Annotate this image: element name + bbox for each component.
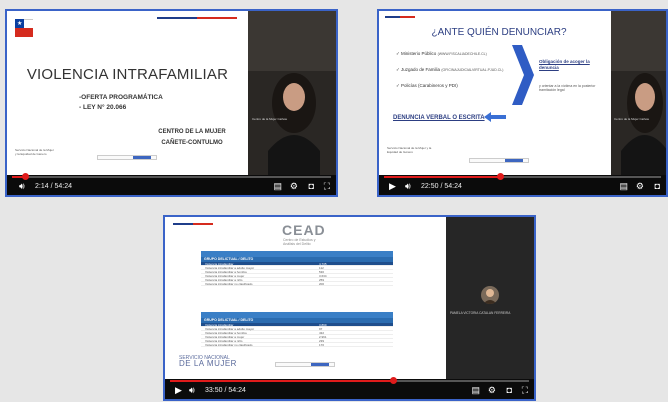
decorative-stripe: [173, 223, 213, 225]
statistics-table-2: GRUPO DELICTUAL / DELITO Violencia intra…: [201, 312, 393, 347]
settings-gear-icon[interactable]: ⚙: [636, 180, 644, 192]
volume-icon[interactable]: 🔊︎: [19, 180, 25, 192]
subtitles-icon[interactable]: ▤: [471, 384, 480, 396]
item-note: (WWW.FISCALIADECHILE.CL): [437, 52, 487, 56]
item-label: Policías (Carabineros y PDI): [401, 83, 458, 88]
item-label: Juzgado de Familia: [401, 67, 441, 72]
volume-icon[interactable]: 🔊︎: [189, 384, 195, 396]
slide-bullet: -OFERTA PROGRAMÁTICA: [79, 94, 163, 101]
progress-fill: [384, 176, 501, 178]
sernam-logo: SERVICIO NACIONAL DE LA MUJER: [179, 356, 237, 368]
player-controls: ▶ 🔊︎ 33:50 / 54:24 ▤ ⚙ ◘ ⛶: [165, 377, 534, 399]
time-display: 2:14 / 54:24: [35, 183, 72, 190]
row-value: 200: [319, 282, 325, 286]
cead-logo-subtitle: Centro de Estudios y Análisis del Delito: [283, 238, 316, 246]
item-note: (OFICINAJUDICIALVIRTUAL.PJUD.CL): [441, 68, 504, 72]
row-label: Violencia intrafamiliar no clasificado: [205, 282, 253, 286]
video-player-3[interactable]: CEAD Centro de Estudios y Análisis del D…: [163, 215, 536, 401]
progress-handle[interactable]: [22, 173, 30, 180]
play-icon[interactable]: ▶: [389, 180, 396, 192]
ministry-logo-text: Servicio Nacional de la Mujer y la Equid…: [387, 146, 432, 154]
video-player-2[interactable]: ¿ANTE QUIÉN DENUNCIAR? ✓ Ministerio Públ…: [377, 9, 668, 197]
row-label: Violencia intrafamiliar no clasificado: [205, 343, 253, 347]
statistics-table-1: GRUPO DELICTUAL / DELITO Violencia intra…: [201, 251, 393, 286]
presentation-slide: CEAD Centro de Estudios y Análisis del D…: [165, 217, 446, 379]
ministry-logo-text: Servicio Nacional de la Mujer y la Equid…: [15, 148, 54, 156]
settings-gear-icon[interactable]: ⚙: [488, 384, 496, 396]
slide-title: ¿ANTE QUIÉN DENUNCIAR?: [431, 27, 567, 38]
participant-tile: PAMELA VICTORIA CATALAN FERREIRA: [446, 217, 534, 379]
progress-bar[interactable]: [12, 173, 331, 180]
subtitles-icon[interactable]: ▤: [619, 180, 628, 192]
chevron-right-icon: [512, 45, 534, 105]
progress-bar[interactable]: [384, 173, 661, 180]
fullscreen-icon[interactable]: ⛶: [522, 384, 528, 396]
presenter-video: [248, 11, 336, 176]
slide-navigation-bar: [469, 158, 529, 163]
miniplayer-icon[interactable]: ◘: [309, 180, 314, 192]
progress-bar[interactable]: [170, 377, 529, 384]
webcam-feed: Centro de la Mujer Cañete: [611, 11, 666, 176]
org-name: CENTRO DE LA MUJER: [158, 129, 226, 135]
item-label: Ministerio Público: [401, 51, 437, 56]
obligation-text: y orientar a la víctima en la posterior …: [539, 84, 596, 92]
participant-name: Centro de la Mujer Cañete: [614, 117, 650, 121]
miniplayer-icon[interactable]: ◘: [655, 180, 660, 192]
player-controls: 🔊︎ 2:14 / 54:24 ▤ ⚙ ◘ ⛶: [7, 173, 336, 195]
obligation-title: Obligación de acoger la denuncia: [539, 59, 590, 70]
arrow-left-icon: [484, 112, 506, 122]
report-option-item: ✓ Ministerio Público (WWW.FISCALIADECHIL…: [396, 51, 487, 56]
time-display: 22:50 / 54:24: [421, 183, 462, 190]
time-display: 33:50 / 54:24: [205, 387, 246, 394]
participant-avatar: [481, 286, 499, 304]
logo-line: DE LA MUJER: [179, 359, 237, 368]
decorative-stripe: [157, 17, 237, 19]
settings-gear-icon[interactable]: ⚙: [290, 180, 298, 192]
fullscreen-icon[interactable]: ⛶: [324, 180, 330, 192]
table-row: Violencia intrafamiliar no clasificado 20…: [201, 282, 393, 286]
progress-handle[interactable]: [497, 173, 505, 180]
slide-navigation-bar: [275, 362, 335, 367]
volume-icon[interactable]: 🔊︎: [405, 180, 411, 192]
report-option-item: ✓ Policías (Carabineros y PDI): [396, 83, 458, 88]
webcam-feed: Centro de la Mujer Cañete: [248, 11, 336, 176]
report-option-item: ✓ Juzgado de Familia (OFICINAJUDICIALVIR…: [396, 67, 504, 72]
miniplayer-icon[interactable]: ◘: [507, 384, 512, 396]
progress-handle[interactable]: [389, 377, 397, 384]
org-location: CAÑETE-CONTULMO: [161, 140, 223, 146]
slide-bullet: - LEY N° 20.066: [79, 104, 127, 111]
report-type-label: DENUNCIA VERBAL O ESCRITA: [393, 115, 485, 121]
player-controls: ▶ 🔊︎ 22:50 / 54:24 ▤ ⚙ ◘: [379, 173, 666, 195]
video-player-1[interactable]: ★ VIOLENCIA INTRAFAMILIAR -OFERTA PROGRA…: [5, 9, 338, 197]
gobierno-de-chile-logo: ★: [15, 19, 33, 37]
presentation-slide: ★ VIOLENCIA INTRAFAMILIAR -OFERTA PROGRA…: [7, 11, 248, 176]
progress-fill: [170, 380, 393, 382]
row-value: 170: [319, 343, 325, 347]
subtitles-icon[interactable]: ▤: [273, 180, 282, 192]
presenter-video: [611, 11, 666, 176]
play-icon[interactable]: ▶: [175, 384, 182, 396]
cead-logo-title: CEAD: [282, 222, 326, 238]
presentation-slide: ¿ANTE QUIÉN DENUNCIAR? ✓ Ministerio Públ…: [379, 11, 611, 176]
slide-navigation-bar: [97, 155, 157, 160]
participant-name: PAMELA VICTORIA CATALAN FERREIRA: [450, 311, 511, 315]
table-row: Violencia intrafamiliar no clasificado 17…: [201, 343, 393, 347]
slide-title: VIOLENCIA INTRAFAMILIAR: [26, 66, 229, 83]
decorative-stripe: [385, 16, 415, 18]
participant-name: Centro de la Mujer Cañete: [252, 117, 288, 121]
